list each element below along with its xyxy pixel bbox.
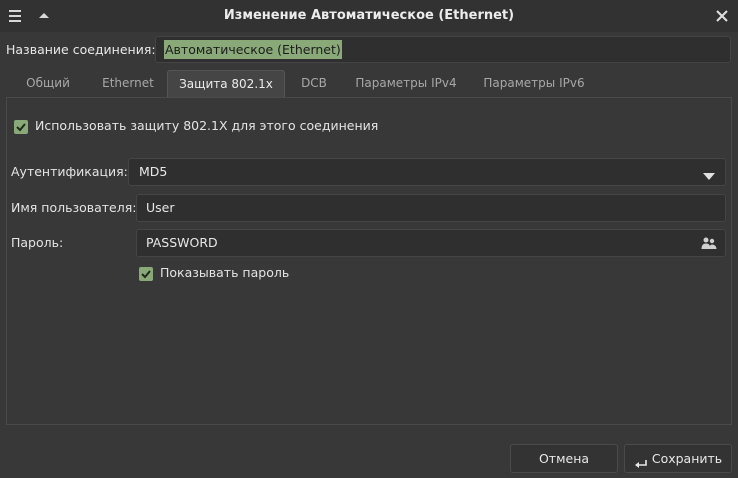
username-input[interactable]: User bbox=[136, 194, 726, 222]
connection-editor-window: Изменение Автоматическое (Ethernet) Назв… bbox=[0, 0, 738, 478]
tab-dcb[interactable]: DCB bbox=[286, 70, 342, 97]
tab-general[interactable]: Общий bbox=[6, 70, 90, 97]
cancel-button-label: Отмена bbox=[538, 451, 590, 466]
check-icon bbox=[141, 270, 151, 279]
auth-label: Аутентификация: bbox=[11, 164, 128, 179]
chevron-down-icon bbox=[703, 169, 715, 180]
use-8021x-label: Использовать защиту 802.1X для этого сое… bbox=[35, 118, 379, 133]
connection-name-label: Название соединения: bbox=[6, 42, 156, 57]
connection-name-input[interactable]: Автоматическое (Ethernet) bbox=[155, 36, 731, 63]
close-icon[interactable] bbox=[712, 6, 732, 26]
auth-value: MD5 bbox=[139, 164, 168, 179]
password-value: PASSWORD bbox=[146, 235, 218, 250]
use-8021x-checkbox[interactable] bbox=[14, 120, 28, 134]
password-label: Пароль: bbox=[11, 235, 64, 250]
save-button-label: Сохранить bbox=[651, 451, 723, 466]
username-label: Имя пользователя: bbox=[11, 200, 137, 215]
tab-bar: Общий Ethernet Защита 802.1x DCB Парамет… bbox=[6, 70, 732, 97]
users-icon[interactable] bbox=[701, 236, 717, 250]
tab-8021x-security[interactable]: Защита 802.1x bbox=[167, 70, 285, 97]
title-bar: Изменение Автоматическое (Ethernet) bbox=[0, 0, 738, 32]
show-password-label: Показывать пароль bbox=[160, 265, 290, 280]
password-input[interactable]: PASSWORD bbox=[136, 229, 726, 257]
connection-name-value: Автоматическое (Ethernet) bbox=[164, 40, 342, 59]
username-value: User bbox=[146, 200, 175, 215]
tab-panel bbox=[6, 97, 732, 425]
show-password-checkbox[interactable] bbox=[139, 267, 153, 281]
window-title: Изменение Автоматическое (Ethernet) bbox=[223, 8, 515, 23]
auth-dropdown[interactable]: MD5 bbox=[128, 158, 726, 186]
save-button[interactable]: Сохранить bbox=[624, 444, 732, 473]
tab-ipv6[interactable]: Параметры IPv6 bbox=[471, 70, 597, 97]
cancel-button[interactable]: Отмена bbox=[510, 444, 618, 473]
enter-icon bbox=[634, 453, 648, 468]
tab-ipv4[interactable]: Параметры IPv4 bbox=[343, 70, 469, 97]
tab-ethernet[interactable]: Ethernet bbox=[90, 70, 166, 97]
check-icon bbox=[16, 123, 26, 132]
